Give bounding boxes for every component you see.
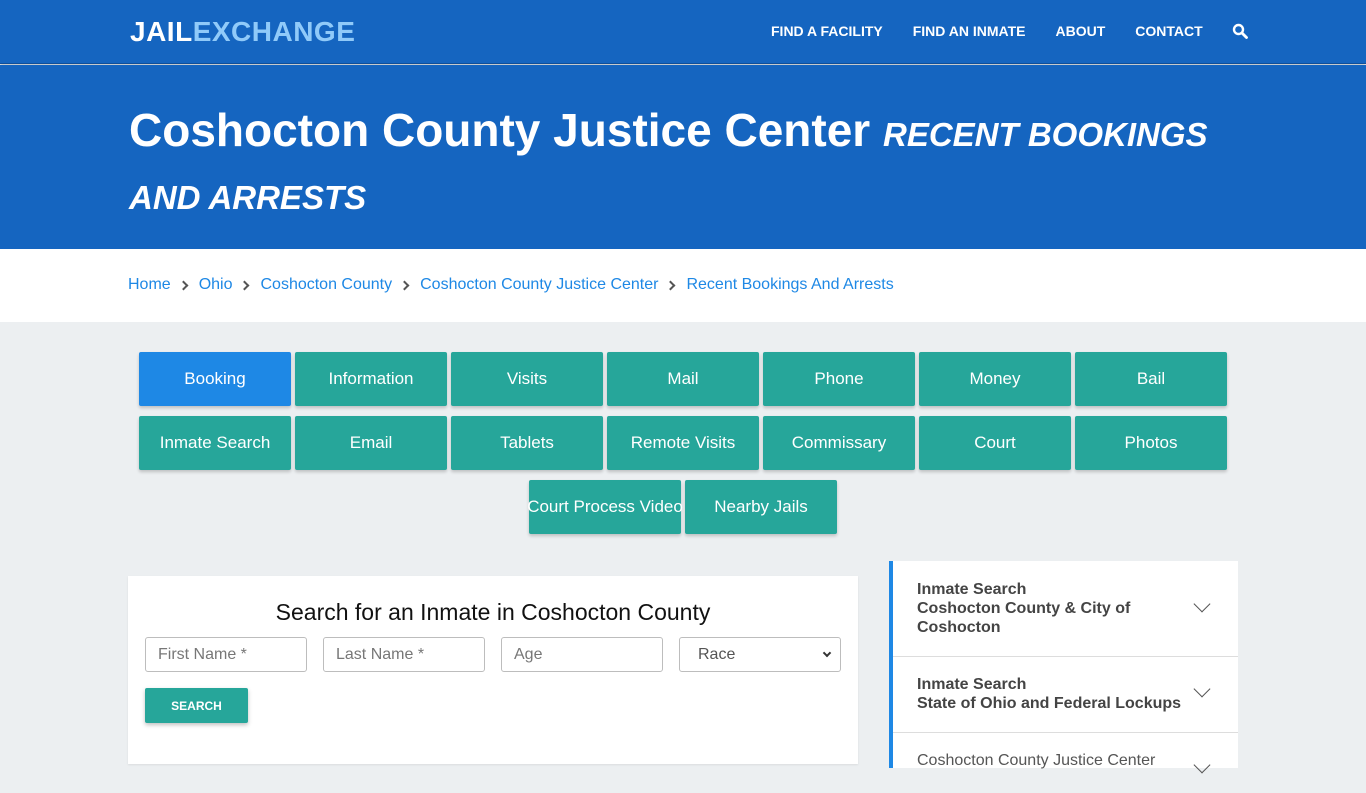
- chevron-down-icon: [822, 648, 832, 658]
- tab-money[interactable]: Money: [919, 352, 1071, 406]
- search-icon[interactable]: [1232, 23, 1248, 39]
- breadcrumb-county[interactable]: Coshocton County: [260, 276, 392, 294]
- accordion-facility[interactable]: Coshocton County Justice Center: [893, 733, 1238, 793]
- logo-exchange: EXCHANGE: [192, 16, 356, 47]
- chevron-right-icon: [666, 280, 676, 290]
- nav-contact[interactable]: CONTACT: [1135, 23, 1202, 39]
- chevron-right-icon: [178, 280, 189, 290]
- main-nav: FIND A FACILITY FIND AN INMATE ABOUT CON…: [771, 23, 1248, 39]
- chevron-down-icon: [1193, 595, 1211, 613]
- page-title: Coshocton County Justice Center RECENT B…: [129, 101, 1249, 227]
- nav-about[interactable]: ABOUT: [1056, 23, 1106, 39]
- tab-mail[interactable]: Mail: [607, 352, 759, 406]
- facility-name: Coshocton County Justice Center: [129, 104, 871, 156]
- breadcrumb-home[interactable]: Home: [128, 276, 171, 294]
- sidebar-accordion: Inmate Search Coshocton County & City of…: [889, 561, 1238, 774]
- breadcrumb-current[interactable]: Recent Bookings And Arrests: [686, 276, 893, 294]
- breadcrumb-facility[interactable]: Coshocton County Justice Center: [420, 276, 658, 294]
- tab-court[interactable]: Court: [919, 416, 1071, 470]
- last-name-input[interactable]: [323, 637, 485, 672]
- accordion-title: Inmate Search State of Ohio and Federal …: [917, 676, 1182, 712]
- first-name-input[interactable]: [145, 637, 307, 672]
- nav-find-inmate[interactable]: FIND AN INMATE: [913, 23, 1026, 39]
- tab-visits[interactable]: Visits: [451, 352, 603, 406]
- chevron-right-icon: [399, 280, 410, 290]
- logo-jail: JAIL: [130, 16, 193, 47]
- age-input[interactable]: [501, 637, 663, 672]
- tab-court-process-video[interactable]: Court Process Video: [527, 480, 683, 534]
- breadcrumb-ohio[interactable]: Ohio: [199, 276, 233, 294]
- accordion-title: Coshocton County Justice Center: [917, 752, 1156, 769]
- tab-information[interactable]: Information: [295, 352, 447, 406]
- search-button[interactable]: SEARCH: [145, 688, 248, 723]
- inmate-search-card: Search for an Inmate in Coshocton County…: [128, 576, 858, 764]
- search-title: Search for an Inmate in Coshocton County: [275, 599, 711, 625]
- accordion-title: Inmate Search Coshocton County & City of…: [917, 581, 1131, 636]
- tab-phone[interactable]: Phone: [763, 352, 915, 406]
- site-logo[interactable]: JAILEXCHANGE: [130, 16, 355, 48]
- tab-booking[interactable]: Booking: [139, 352, 291, 406]
- breadcrumb: Home Ohio Coshocton County Coshocton Cou…: [128, 276, 894, 294]
- tab-photos[interactable]: Photos: [1075, 416, 1227, 470]
- chevron-down-icon: [1193, 680, 1211, 698]
- race-select[interactable]: Race: [679, 637, 841, 672]
- race-select-value: Race: [698, 645, 736, 663]
- tab-tablets[interactable]: Tablets: [451, 416, 603, 470]
- hero-banner: Coshocton County Justice Center RECENT B…: [0, 65, 1366, 249]
- tab-commissary[interactable]: Commissary: [763, 416, 915, 470]
- nav-find-facility[interactable]: FIND A FACILITY: [771, 23, 883, 39]
- chevron-down-icon: [1193, 756, 1211, 774]
- tab-email[interactable]: Email: [295, 416, 447, 470]
- top-navbar: JAILEXCHANGE FIND A FACILITY FIND AN INM…: [0, 0, 1366, 64]
- tab-remote-visits[interactable]: Remote Visits: [607, 416, 759, 470]
- accordion-county-search[interactable]: Inmate Search Coshocton County & City of…: [893, 561, 1238, 657]
- chevron-right-icon: [240, 280, 250, 290]
- breadcrumb-bar: Home Ohio Coshocton County Coshocton Cou…: [0, 249, 1366, 322]
- tab-bail[interactable]: Bail: [1075, 352, 1227, 406]
- accordion-state-search[interactable]: Inmate Search State of Ohio and Federal …: [893, 657, 1238, 733]
- tab-inmate-search[interactable]: Inmate Search: [139, 416, 291, 470]
- tab-nearby-jails[interactable]: Nearby Jails: [685, 480, 837, 534]
